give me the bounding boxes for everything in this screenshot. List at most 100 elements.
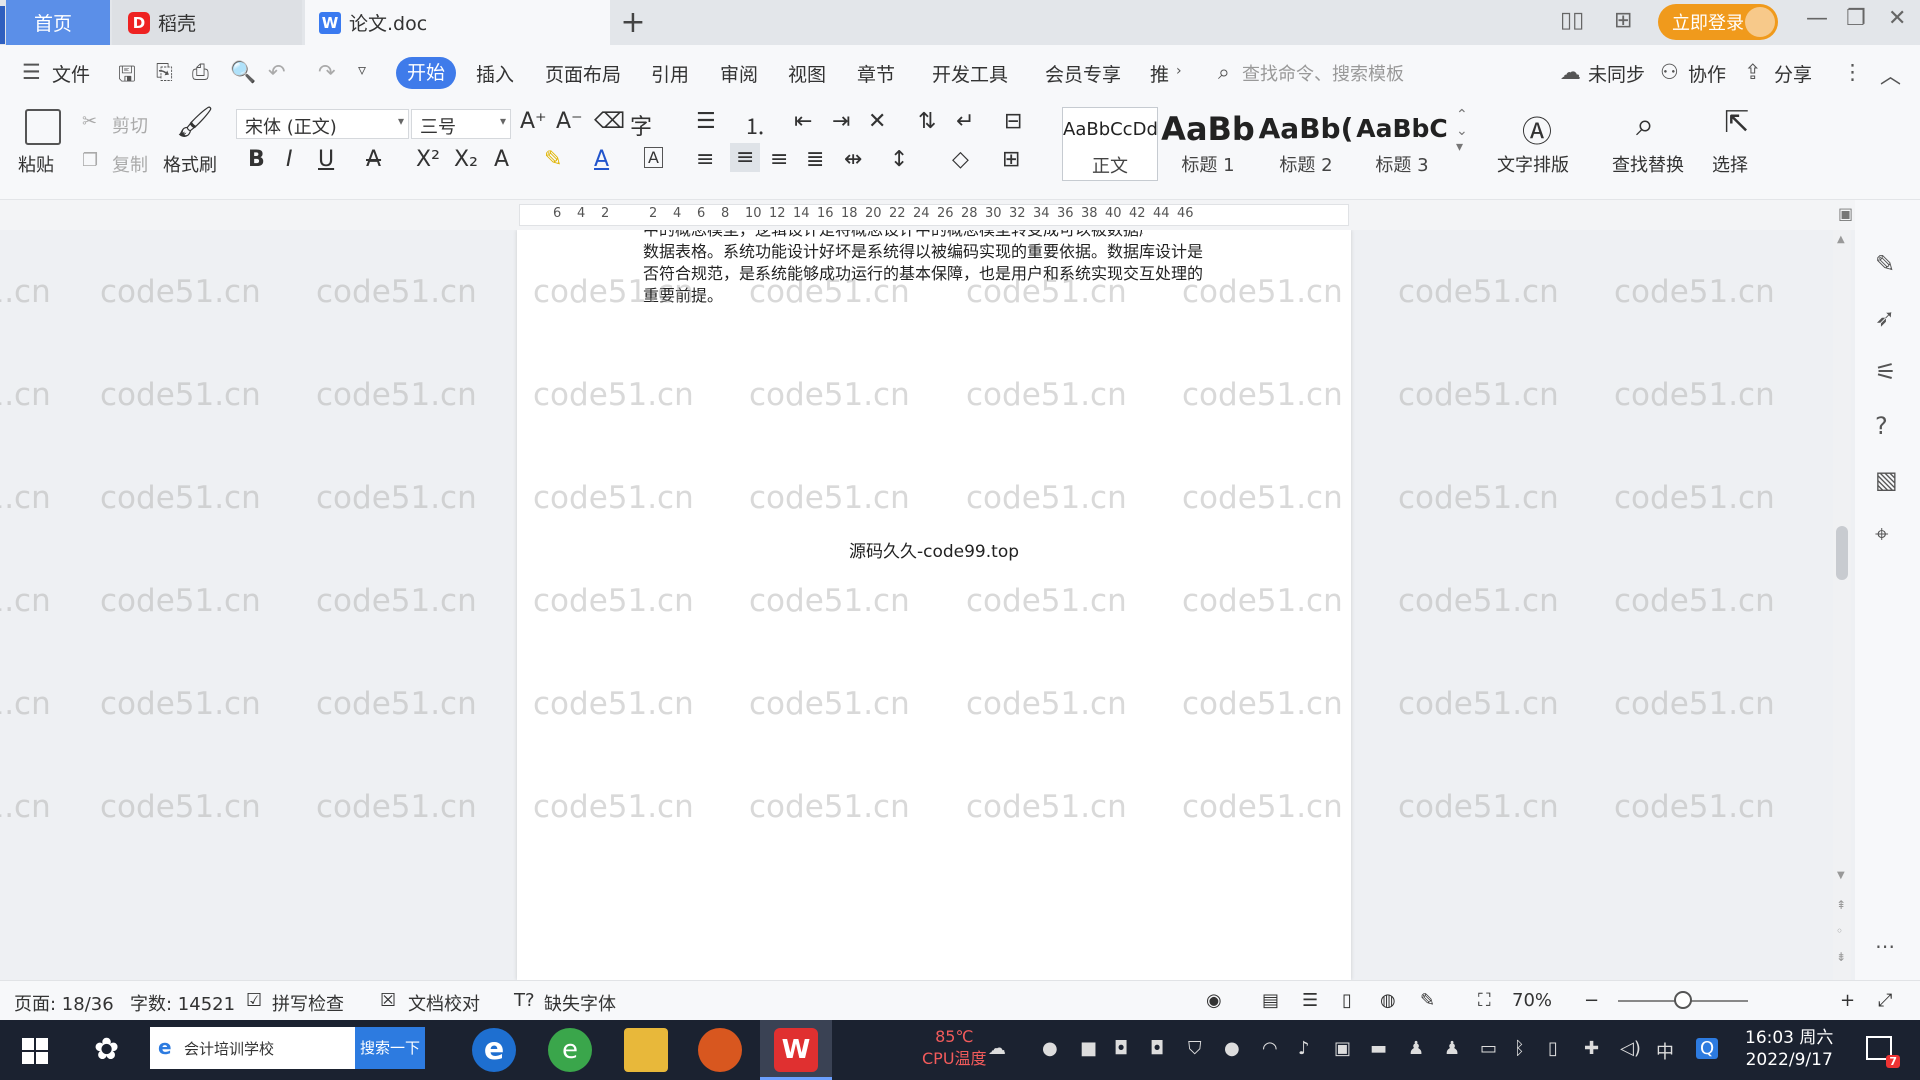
cut-icon[interactable]: ✂ <box>82 111 97 132</box>
proof-button[interactable]: 文档校对 <box>408 990 480 1016</box>
location-icon[interactable]: ⌖ <box>1875 520 1889 548</box>
eye-protect-icon[interactable]: ◉ <box>1206 990 1222 1011</box>
new-tab-button[interactable]: + <box>616 5 650 40</box>
format-painter-icon[interactable]: 🖌 <box>176 105 214 140</box>
fit-page-icon[interactable]: ⛶ <box>1478 990 1491 1011</box>
align-right-icon[interactable]: ≡ <box>770 147 788 172</box>
align-left-icon[interactable]: ≡ <box>696 147 714 172</box>
more-options-icon[interactable]: ⋮ <box>1842 60 1863 84</box>
find-replace-icon[interactable]: ⌕ <box>1636 105 1654 144</box>
pen-icon[interactable]: ✎ <box>1875 250 1895 278</box>
security-shield-icon[interactable]: ⛉ <box>1188 1038 1202 1059</box>
text-layout-icon[interactable]: Ⓐ <box>1522 107 1552 151</box>
battery-icon[interactable]: ▭ <box>1480 1038 1497 1059</box>
text-effect-icon[interactable]: A <box>494 147 509 172</box>
wifi-icon[interactable]: ◠ <box>1262 1038 1278 1059</box>
notification-bell-icon[interactable]: ♪ <box>1298 1038 1310 1059</box>
volume-icon[interactable]: ◁) <box>1620 1038 1641 1059</box>
menu-more[interactable]: 推 <box>1150 60 1169 87</box>
tray-app-4-icon[interactable]: ◘ <box>1150 1038 1164 1059</box>
hamburger-icon[interactable]: ☰ <box>22 60 41 84</box>
vertical-scrollbar[interactable]: ▲ ▼ ⇞ ◦ ⇟ <box>1833 230 1851 980</box>
bullet-list-icon[interactable]: ☰ <box>696 109 716 134</box>
writing-mode-icon[interactable]: ✎ <box>1420 990 1435 1011</box>
menu-references[interactable]: 引用 <box>651 60 689 87</box>
menu-review[interactable]: 审阅 <box>720 60 758 87</box>
bold-icon[interactable]: B <box>248 147 265 172</box>
login-button[interactable]: 立即登录 <box>1658 4 1778 40</box>
next-page-icon[interactable]: ⇟ <box>1836 950 1846 964</box>
menu-view[interactable]: 视图 <box>788 60 826 87</box>
align-center-icon[interactable]: ≡ <box>730 143 761 172</box>
tray-app-5-icon[interactable]: ● <box>1224 1038 1240 1059</box>
menu-member[interactable]: 会员专享 <box>1045 60 1121 87</box>
horizontal-ruler[interactable]: 6 4 2 2 4 6 8 10 12 14 16 18 20 22 24 26 28 30 32 34 36 38 40 4… <box>519 204 1349 226</box>
windows-start-icon[interactable] <box>22 1038 48 1064</box>
reading-view-icon[interactable]: ▯ <box>1342 990 1352 1011</box>
image-search-icon[interactable]: ▧ <box>1875 466 1898 494</box>
more-tools-icon[interactable]: ⋯ <box>1875 934 1895 958</box>
zoom-slider-handle[interactable] <box>1674 991 1692 1009</box>
highlight-icon[interactable]: ✎ <box>544 147 562 172</box>
customize-chevron-icon[interactable]: ▿ <box>358 60 366 79</box>
close-icon[interactable]: ✕ <box>1888 6 1906 31</box>
text-layout-button[interactable]: 文字排版 <box>1497 151 1569 177</box>
styles-scroll-icon[interactable]: ⌃ ⌄ ▾ <box>1456 107 1468 155</box>
browser-360-icon[interactable]: e <box>548 1028 592 1072</box>
page-view-icon[interactable]: ▤ <box>1262 990 1279 1011</box>
fullscreen-icon[interactable]: ⤢ <box>1878 990 1892 1011</box>
share-button[interactable]: 分享 <box>1774 60 1812 87</box>
export-pdf-icon[interactable]: ⎘ <box>156 60 173 85</box>
game-app-icon[interactable] <box>698 1028 742 1072</box>
zoom-level[interactable]: 70% <box>1512 990 1552 1011</box>
pointer-icon[interactable]: ➶ <box>1875 304 1895 332</box>
shrink-font-icon[interactable]: A⁻ <box>556 109 583 134</box>
italic-icon[interactable]: I <box>286 147 293 172</box>
clear-format-icon[interactable]: ⌫ <box>594 109 625 134</box>
tray-app-7-icon[interactable]: ✚ <box>1584 1038 1599 1059</box>
superscript-icon[interactable]: X² <box>416 147 440 172</box>
menu-page-layout[interactable]: 页面布局 <box>545 60 621 87</box>
qq-icon-2[interactable]: ♟ <box>1444 1038 1460 1059</box>
shading-icon[interactable]: ◇ <box>952 147 969 172</box>
cut-button[interactable]: 剪切 <box>112 112 148 138</box>
tray-app-1-icon[interactable]: ● <box>1042 1038 1058 1059</box>
menu-chapter[interactable]: 章节 <box>857 60 895 87</box>
menu-home[interactable]: 开始 <box>396 57 456 89</box>
tab-home[interactable]: 首页 <box>0 0 110 45</box>
paste-icon[interactable] <box>25 109 61 145</box>
tab-document[interactable]: W 论文.doc <box>305 0 610 45</box>
grow-font-icon[interactable]: A⁺ <box>520 109 547 134</box>
help-icon[interactable]: ? <box>1875 412 1888 440</box>
decrease-indent-icon[interactable]: ⇤ <box>794 109 812 134</box>
format-painter-button[interactable]: 格式刷 <box>163 151 217 177</box>
paste-button[interactable]: 粘贴 <box>18 151 54 177</box>
qq-icon-1[interactable]: ♟ <box>1408 1038 1424 1059</box>
sort-icon[interactable]: ⇅ <box>918 109 936 134</box>
prev-page-icon[interactable]: ⇞ <box>1836 898 1846 912</box>
ie-browser-icon[interactable]: e <box>472 1028 516 1072</box>
minimize-icon[interactable]: — <box>1806 6 1828 31</box>
document-page[interactable]: 中的概念模型，逻辑设计是将概念设计中的概念模型转变成可以被数据库存储的 数据表格… <box>517 230 1351 980</box>
assistant-icon[interactable]: ✿ <box>94 1032 119 1067</box>
usb-icon[interactable]: ▯ <box>1548 1038 1558 1059</box>
bluetooth-icon[interactable]: ᛒ <box>1514 1038 1525 1059</box>
adjust-icon[interactable]: ⚟ <box>1875 358 1897 386</box>
chinese-layout-icon[interactable]: ✕ <box>868 109 886 134</box>
scroll-down-icon[interactable]: ▼ <box>1837 870 1845 881</box>
strikethrough-icon[interactable]: A <box>366 147 381 172</box>
system-clock[interactable]: 16:03 周六 2022/9/17 <box>1745 1027 1833 1071</box>
cpu-temperature[interactable]: 85℃ CPU温度 <box>922 1026 987 1070</box>
menu-scroll-chevron-icon[interactable]: › <box>1176 63 1182 79</box>
justify-icon[interactable]: ≣ <box>806 147 824 172</box>
underline-icon[interactable]: U <box>318 147 334 172</box>
weather-icon[interactable]: ☁ <box>988 1038 1006 1059</box>
style-heading-3[interactable]: AaBbC 标题 3 <box>1354 107 1450 181</box>
undo-icon[interactable]: ↶ <box>268 60 286 84</box>
save-icon[interactable]: 🖫 <box>118 60 136 95</box>
word-count[interactable]: 字数: 14521 <box>130 990 235 1016</box>
tray-app-3-icon[interactable]: ◘ <box>1114 1038 1128 1059</box>
scroll-up-icon[interactable]: ▲ <box>1837 234 1845 245</box>
cooperate-button[interactable]: 协作 <box>1688 60 1726 87</box>
zoom-out-icon[interactable]: − <box>1584 990 1599 1011</box>
